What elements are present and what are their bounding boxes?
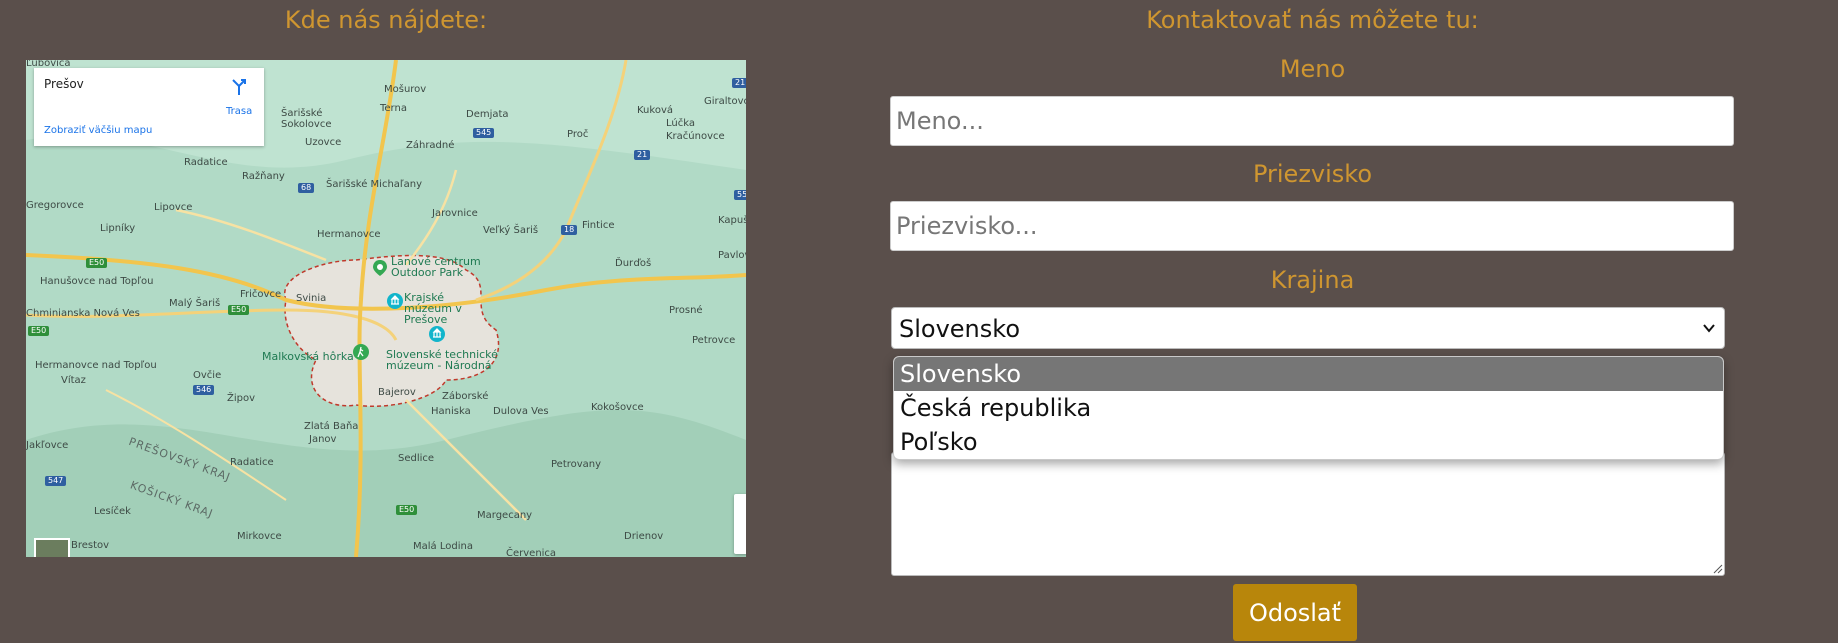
map-label: Malý Šariš xyxy=(169,298,221,309)
map-section-title: Kde nás nájdete: xyxy=(284,6,488,34)
route-badge: E50 xyxy=(396,505,418,515)
first-name-label: Meno xyxy=(1279,55,1346,83)
map-label: Záhradné xyxy=(406,140,455,151)
poi-label: Krajské múzeum v Prešove xyxy=(404,291,462,326)
map-label: Malá Lodina xyxy=(413,541,473,552)
submit-button[interactable]: Odoslať xyxy=(1233,584,1357,641)
map-label: Drienov xyxy=(624,531,664,542)
map-label: Lipníky xyxy=(100,223,136,234)
map-label: Mošurov xyxy=(384,84,427,95)
map-label: Terna xyxy=(380,103,407,114)
country-label: Krajina xyxy=(1270,266,1355,294)
map-label: Demjata xyxy=(466,109,509,120)
map-label: Ražňany xyxy=(242,171,285,182)
route-badge: 21 xyxy=(634,150,651,160)
route-badge: E50 xyxy=(228,305,250,315)
map-place-card: Prešov Trasa Zobraziť väčšiu mapu xyxy=(34,68,264,146)
resize-handle-icon[interactable] xyxy=(1711,562,1723,574)
message-textarea[interactable] xyxy=(891,452,1725,576)
map-label: Gregorovce xyxy=(26,200,84,211)
embedded-map[interactable]: Prešov Trasa Zobraziť väčšiu mapu Ľubovi… xyxy=(26,60,746,557)
route-badge: E50 xyxy=(28,326,50,336)
map-label: Červenica xyxy=(506,548,557,557)
country-option[interactable]: Poľsko xyxy=(894,425,1723,459)
map-label: Haniska xyxy=(431,406,471,417)
larger-map-link[interactable]: Zobraziť väčšiu mapu xyxy=(44,125,152,136)
route-badge: 18 xyxy=(561,225,578,235)
museum-icon[interactable] xyxy=(386,292,404,310)
map-label: Mirkovce xyxy=(237,531,282,542)
map-label: Petrovany xyxy=(551,459,602,470)
country-option[interactable]: Slovensko xyxy=(894,357,1723,391)
map-label: Kračúnovce xyxy=(666,131,725,142)
map-label: Kapušany xyxy=(718,215,746,226)
museum-icon[interactable] xyxy=(428,325,446,343)
map-label: Jarovnice xyxy=(432,208,478,219)
chevron-down-icon xyxy=(1703,324,1715,333)
country-select[interactable]: Slovensko xyxy=(891,307,1725,349)
map-label: Lesíček xyxy=(94,506,131,517)
map-label: Hermanovce xyxy=(317,229,381,240)
map-label: Chminianska Nová Ves xyxy=(26,308,140,319)
first-name-input[interactable] xyxy=(890,96,1734,146)
country-dropdown: Slovensko Česká republika Poľsko xyxy=(893,356,1724,460)
map-label: Radatice xyxy=(230,457,274,468)
map-label: Fričovce xyxy=(240,289,282,300)
map-label: Svinia xyxy=(296,293,327,304)
route-badge: 68 xyxy=(298,183,315,193)
poi-label: Slovenské technické múzeum - Národná xyxy=(386,348,498,372)
map-label: Fintice xyxy=(582,220,615,231)
map-label: Brestov xyxy=(71,540,110,551)
route-badge: E50 xyxy=(86,258,108,268)
route-badge: 547 xyxy=(45,476,67,486)
map-label: Zlatá Baňa xyxy=(304,421,359,432)
map-label: Ovčie xyxy=(193,370,222,381)
map-label: Margecany xyxy=(477,510,533,521)
map-label: Jakľovce xyxy=(26,440,69,451)
map-label: Prosné xyxy=(669,305,703,316)
map-label: Ľubovica xyxy=(26,60,71,69)
map-label: Giraltovce xyxy=(704,96,746,107)
map-label: Hanušovce nad Topľou xyxy=(40,276,154,287)
map-label: Lipovce xyxy=(154,202,193,213)
map-label: Vítaz xyxy=(61,375,86,386)
map-label: Ďurďoš xyxy=(615,258,652,269)
route-badge: 546 xyxy=(193,385,215,395)
zoom-control[interactable] xyxy=(734,494,746,554)
country-option[interactable]: Česká republika xyxy=(894,391,1723,425)
map-label: Lúčka xyxy=(666,118,695,129)
last-name-input[interactable] xyxy=(890,201,1734,251)
last-name-label: Priezvisko xyxy=(1252,160,1373,188)
map-label: Záborské xyxy=(442,391,489,402)
map-label: Šarišské Sokolovce xyxy=(281,108,332,130)
map-label: Dulova Ves xyxy=(493,406,549,417)
directions-link[interactable]: Trasa xyxy=(226,106,252,117)
poi-label: Malkovská hôrka xyxy=(262,350,354,363)
map-pin-icon[interactable] xyxy=(371,259,389,277)
route-badge: 55 xyxy=(734,190,746,200)
poi-label: Lanové centrum Outdoor Park xyxy=(391,255,481,279)
route-badge: 545 xyxy=(473,128,495,138)
map-label: Sedlice xyxy=(398,453,435,464)
map-label: Šarišské Michaľany xyxy=(326,179,423,190)
map-label: Kokošovce xyxy=(591,402,644,413)
map-label: Bajerov xyxy=(378,387,416,398)
map-label: Petrovce xyxy=(692,335,736,346)
map-label: Proč xyxy=(567,129,589,140)
contact-section-title: Kontaktovať nás môžete tu: xyxy=(1146,6,1479,34)
route-badge: 21 xyxy=(732,78,746,88)
map-label: Janov xyxy=(309,434,337,445)
map-label: Veľký Šariš xyxy=(483,225,539,236)
map-place-name: Prešov xyxy=(44,77,84,91)
map-label: Kuková xyxy=(637,105,673,116)
map-label: Pavlovce xyxy=(718,250,746,261)
map-label: Radatice xyxy=(184,157,228,168)
map-label: Žipov xyxy=(227,393,256,404)
directions-icon[interactable] xyxy=(230,78,250,96)
satellite-thumbnail[interactable] xyxy=(34,538,70,557)
country-select-value: Slovensko xyxy=(899,315,1020,343)
map-label: Uzovce xyxy=(305,137,342,148)
hiking-icon[interactable] xyxy=(352,343,370,361)
map-label: Hermanovce nad Topľou xyxy=(35,360,157,371)
